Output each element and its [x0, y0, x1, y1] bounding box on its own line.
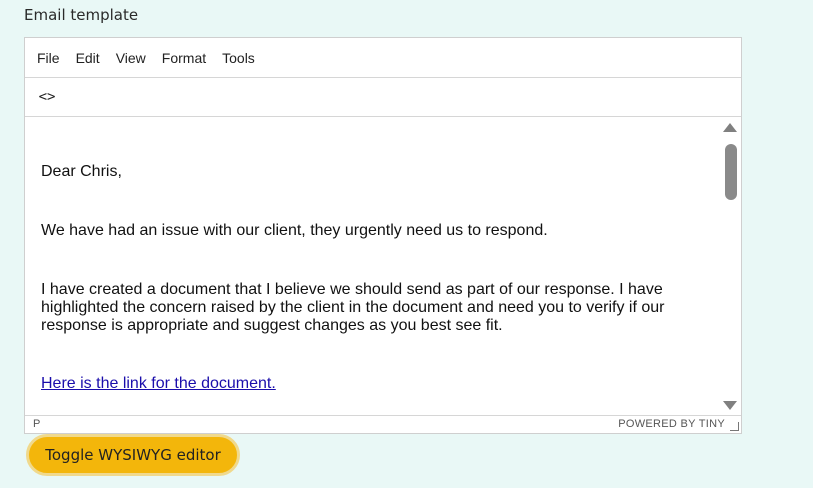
- paragraph-2: I have created a document that I believe…: [41, 281, 665, 334]
- menu-edit[interactable]: Edit: [68, 46, 108, 70]
- source-code-icon[interactable]: <>: [33, 83, 61, 111]
- menu-tools[interactable]: Tools: [214, 46, 263, 70]
- scroll-up-icon[interactable]: [723, 123, 737, 132]
- menu-view[interactable]: View: [108, 46, 154, 70]
- element-path[interactable]: P: [33, 418, 40, 430]
- editor-statusbar: P POWERED BY TINY: [25, 415, 741, 433]
- powered-by-tiny[interactable]: POWERED BY TINY: [618, 418, 725, 430]
- link-paragraph: Here is the link for the document.: [41, 375, 276, 393]
- content-scrollbar[interactable]: [719, 117, 741, 417]
- editor-content-area[interactable]: Dear Chris, We have had an issue with ou…: [25, 117, 741, 417]
- paragraph-1: We have had an issue with our client, th…: [41, 222, 548, 239]
- rich-text-editor: File Edit View Format Tools <> Dear Chri…: [24, 37, 742, 434]
- scroll-down-icon[interactable]: [723, 401, 737, 410]
- document-link[interactable]: Here is the link for the document.: [41, 375, 276, 392]
- editor-menubar: File Edit View Format Tools: [25, 38, 741, 78]
- greeting-text: Dear Chris,: [41, 163, 122, 180]
- menu-file[interactable]: File: [29, 46, 68, 70]
- menu-format[interactable]: Format: [154, 46, 214, 70]
- email-template-label: Email template: [24, 6, 139, 24]
- toggle-wysiwyg-button[interactable]: Toggle WYSIWYG editor: [26, 434, 240, 476]
- editor-toolbar: <>: [25, 78, 741, 117]
- resize-handle-icon[interactable]: [730, 422, 739, 431]
- scroll-thumb[interactable]: [725, 144, 737, 200]
